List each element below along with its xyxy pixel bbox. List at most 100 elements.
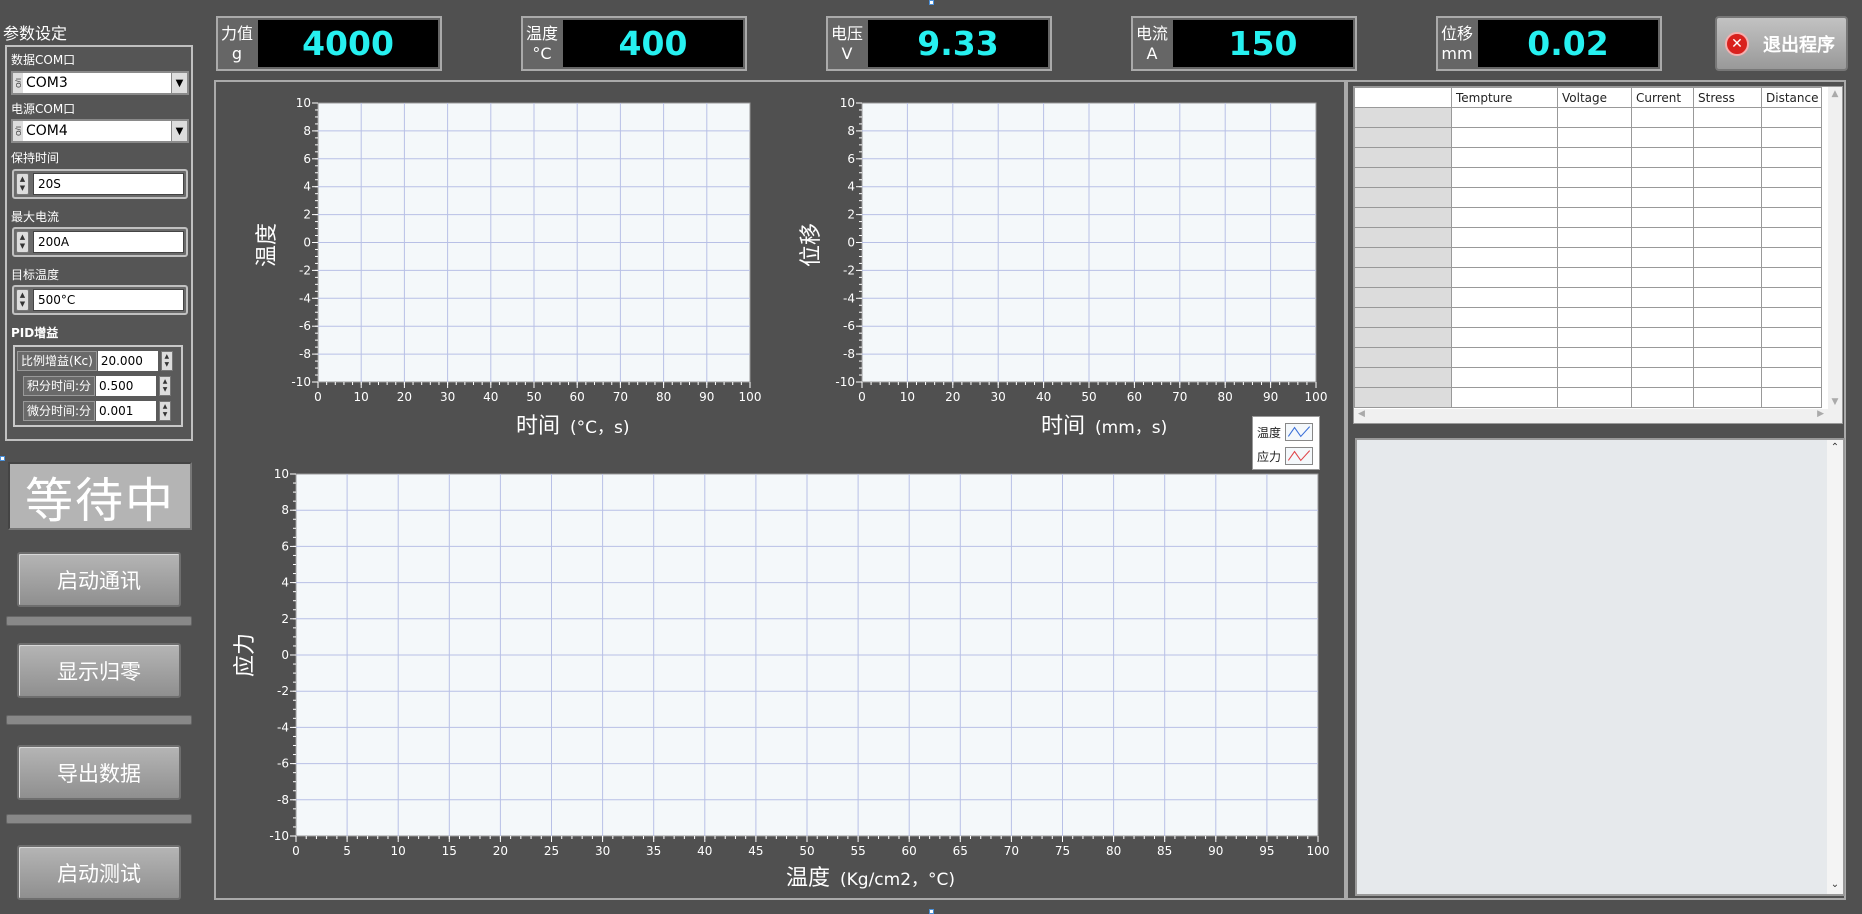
table-row[interactable]: [1354, 327, 1822, 348]
table-cell[interactable]: [1761, 347, 1822, 368]
table-row[interactable]: [1354, 227, 1822, 248]
table-cell[interactable]: [1761, 227, 1822, 248]
table-cell[interactable]: [1761, 267, 1822, 288]
table-cell[interactable]: [1354, 107, 1452, 128]
table-vertical-scrollbar[interactable]: ▲ ▼: [1828, 87, 1842, 423]
table-cell[interactable]: [1557, 207, 1632, 228]
table-cell[interactable]: [1693, 127, 1762, 148]
table-cell[interactable]: [1631, 347, 1694, 368]
table-cell[interactable]: [1693, 267, 1762, 288]
table-cell[interactable]: [1761, 167, 1822, 188]
table-cell[interactable]: [1557, 387, 1632, 408]
table-cell[interactable]: [1557, 267, 1632, 288]
table-cell[interactable]: [1557, 127, 1632, 148]
table-cell[interactable]: [1451, 387, 1558, 408]
table-cell[interactable]: [1354, 267, 1452, 288]
table-cell[interactable]: [1557, 347, 1632, 368]
table-cell[interactable]: [1451, 127, 1558, 148]
table-cell[interactable]: [1761, 247, 1822, 268]
table-cell[interactable]: [1451, 187, 1558, 208]
table-cell[interactable]: [1631, 387, 1694, 408]
table-cell[interactable]: [1761, 107, 1822, 128]
table-cell[interactable]: [1354, 147, 1452, 168]
table-cell[interactable]: [1631, 147, 1694, 168]
table-cell[interactable]: [1451, 207, 1558, 228]
table-cell[interactable]: [1354, 287, 1452, 308]
table-cell[interactable]: [1631, 247, 1694, 268]
table-cell[interactable]: [1631, 227, 1694, 248]
table-cell[interactable]: [1354, 247, 1452, 268]
table-cell[interactable]: [1631, 107, 1694, 128]
table-cell[interactable]: [1693, 207, 1762, 228]
table-cell[interactable]: [1693, 247, 1762, 268]
table-cell[interactable]: [1354, 207, 1452, 228]
table-cell[interactable]: [1693, 347, 1762, 368]
table-row[interactable]: [1354, 127, 1822, 148]
table-cell[interactable]: [1451, 267, 1558, 288]
table-cell[interactable]: [1451, 147, 1558, 168]
table-cell[interactable]: [1631, 267, 1694, 288]
table-cell[interactable]: [1451, 347, 1558, 368]
table-cell[interactable]: [1693, 287, 1762, 308]
table-cell[interactable]: [1631, 127, 1694, 148]
table-cell[interactable]: [1631, 207, 1694, 228]
table-row[interactable]: [1354, 107, 1822, 128]
table-cell[interactable]: [1631, 307, 1694, 328]
table-cell[interactable]: [1451, 167, 1558, 188]
table-cell[interactable]: [1631, 167, 1694, 188]
table-cell[interactable]: [1354, 307, 1452, 328]
table-row[interactable]: [1354, 307, 1822, 328]
table-cell[interactable]: [1761, 287, 1822, 308]
table-cell[interactable]: [1693, 367, 1762, 388]
table-cell[interactable]: [1693, 107, 1762, 128]
table-cell[interactable]: [1761, 327, 1822, 348]
table-row[interactable]: [1354, 387, 1822, 408]
table-cell[interactable]: [1761, 307, 1822, 328]
table-row[interactable]: [1354, 167, 1822, 188]
table-cell[interactable]: [1557, 107, 1632, 128]
table-cell[interactable]: [1557, 167, 1632, 188]
table-row[interactable]: [1354, 267, 1822, 288]
table-row[interactable]: [1354, 347, 1822, 368]
table-cell[interactable]: [1693, 327, 1762, 348]
table-horizontal-scrollbar[interactable]: ◀ ▶: [1354, 409, 1842, 423]
table-cell[interactable]: [1631, 367, 1694, 388]
table-cell[interactable]: [1631, 187, 1694, 208]
table-cell[interactable]: [1354, 327, 1452, 348]
table-row[interactable]: [1354, 187, 1822, 208]
table-cell[interactable]: [1693, 167, 1762, 188]
log-textarea[interactable]: ⌃ ⌄: [1355, 438, 1845, 896]
table-cell[interactable]: [1761, 367, 1822, 388]
table-cell[interactable]: [1354, 187, 1452, 208]
data-table[interactable]: Tempture Voltage Current Stress Distance ▲ ▼ …: [1353, 86, 1843, 424]
table-row[interactable]: [1354, 207, 1822, 228]
table-cell[interactable]: [1451, 247, 1558, 268]
table-cell[interactable]: [1631, 287, 1694, 308]
table-cell[interactable]: [1451, 287, 1558, 308]
table-cell[interactable]: [1693, 227, 1762, 248]
table-cell[interactable]: [1557, 327, 1632, 348]
table-cell[interactable]: [1354, 347, 1452, 368]
table-cell[interactable]: [1557, 367, 1632, 388]
table-cell[interactable]: [1557, 307, 1632, 328]
table-cell[interactable]: [1557, 287, 1632, 308]
table-cell[interactable]: [1354, 387, 1452, 408]
table-cell[interactable]: [1693, 187, 1762, 208]
table-cell[interactable]: [1761, 147, 1822, 168]
table-cell[interactable]: [1451, 327, 1558, 348]
table-row[interactable]: [1354, 367, 1822, 388]
table-cell[interactable]: [1761, 187, 1822, 208]
table-cell[interactable]: [1354, 167, 1452, 188]
table-cell[interactable]: [1354, 367, 1452, 388]
table-cell[interactable]: [1451, 367, 1558, 388]
table-cell[interactable]: [1354, 227, 1452, 248]
table-cell[interactable]: [1693, 387, 1762, 408]
table-row[interactable]: [1354, 287, 1822, 308]
table-cell[interactable]: [1631, 327, 1694, 348]
table-cell[interactable]: [1693, 147, 1762, 168]
table-cell[interactable]: [1451, 227, 1558, 248]
table-cell[interactable]: [1557, 227, 1632, 248]
table-cell[interactable]: [1761, 127, 1822, 148]
table-cell[interactable]: [1557, 147, 1632, 168]
table-cell[interactable]: [1557, 247, 1632, 268]
